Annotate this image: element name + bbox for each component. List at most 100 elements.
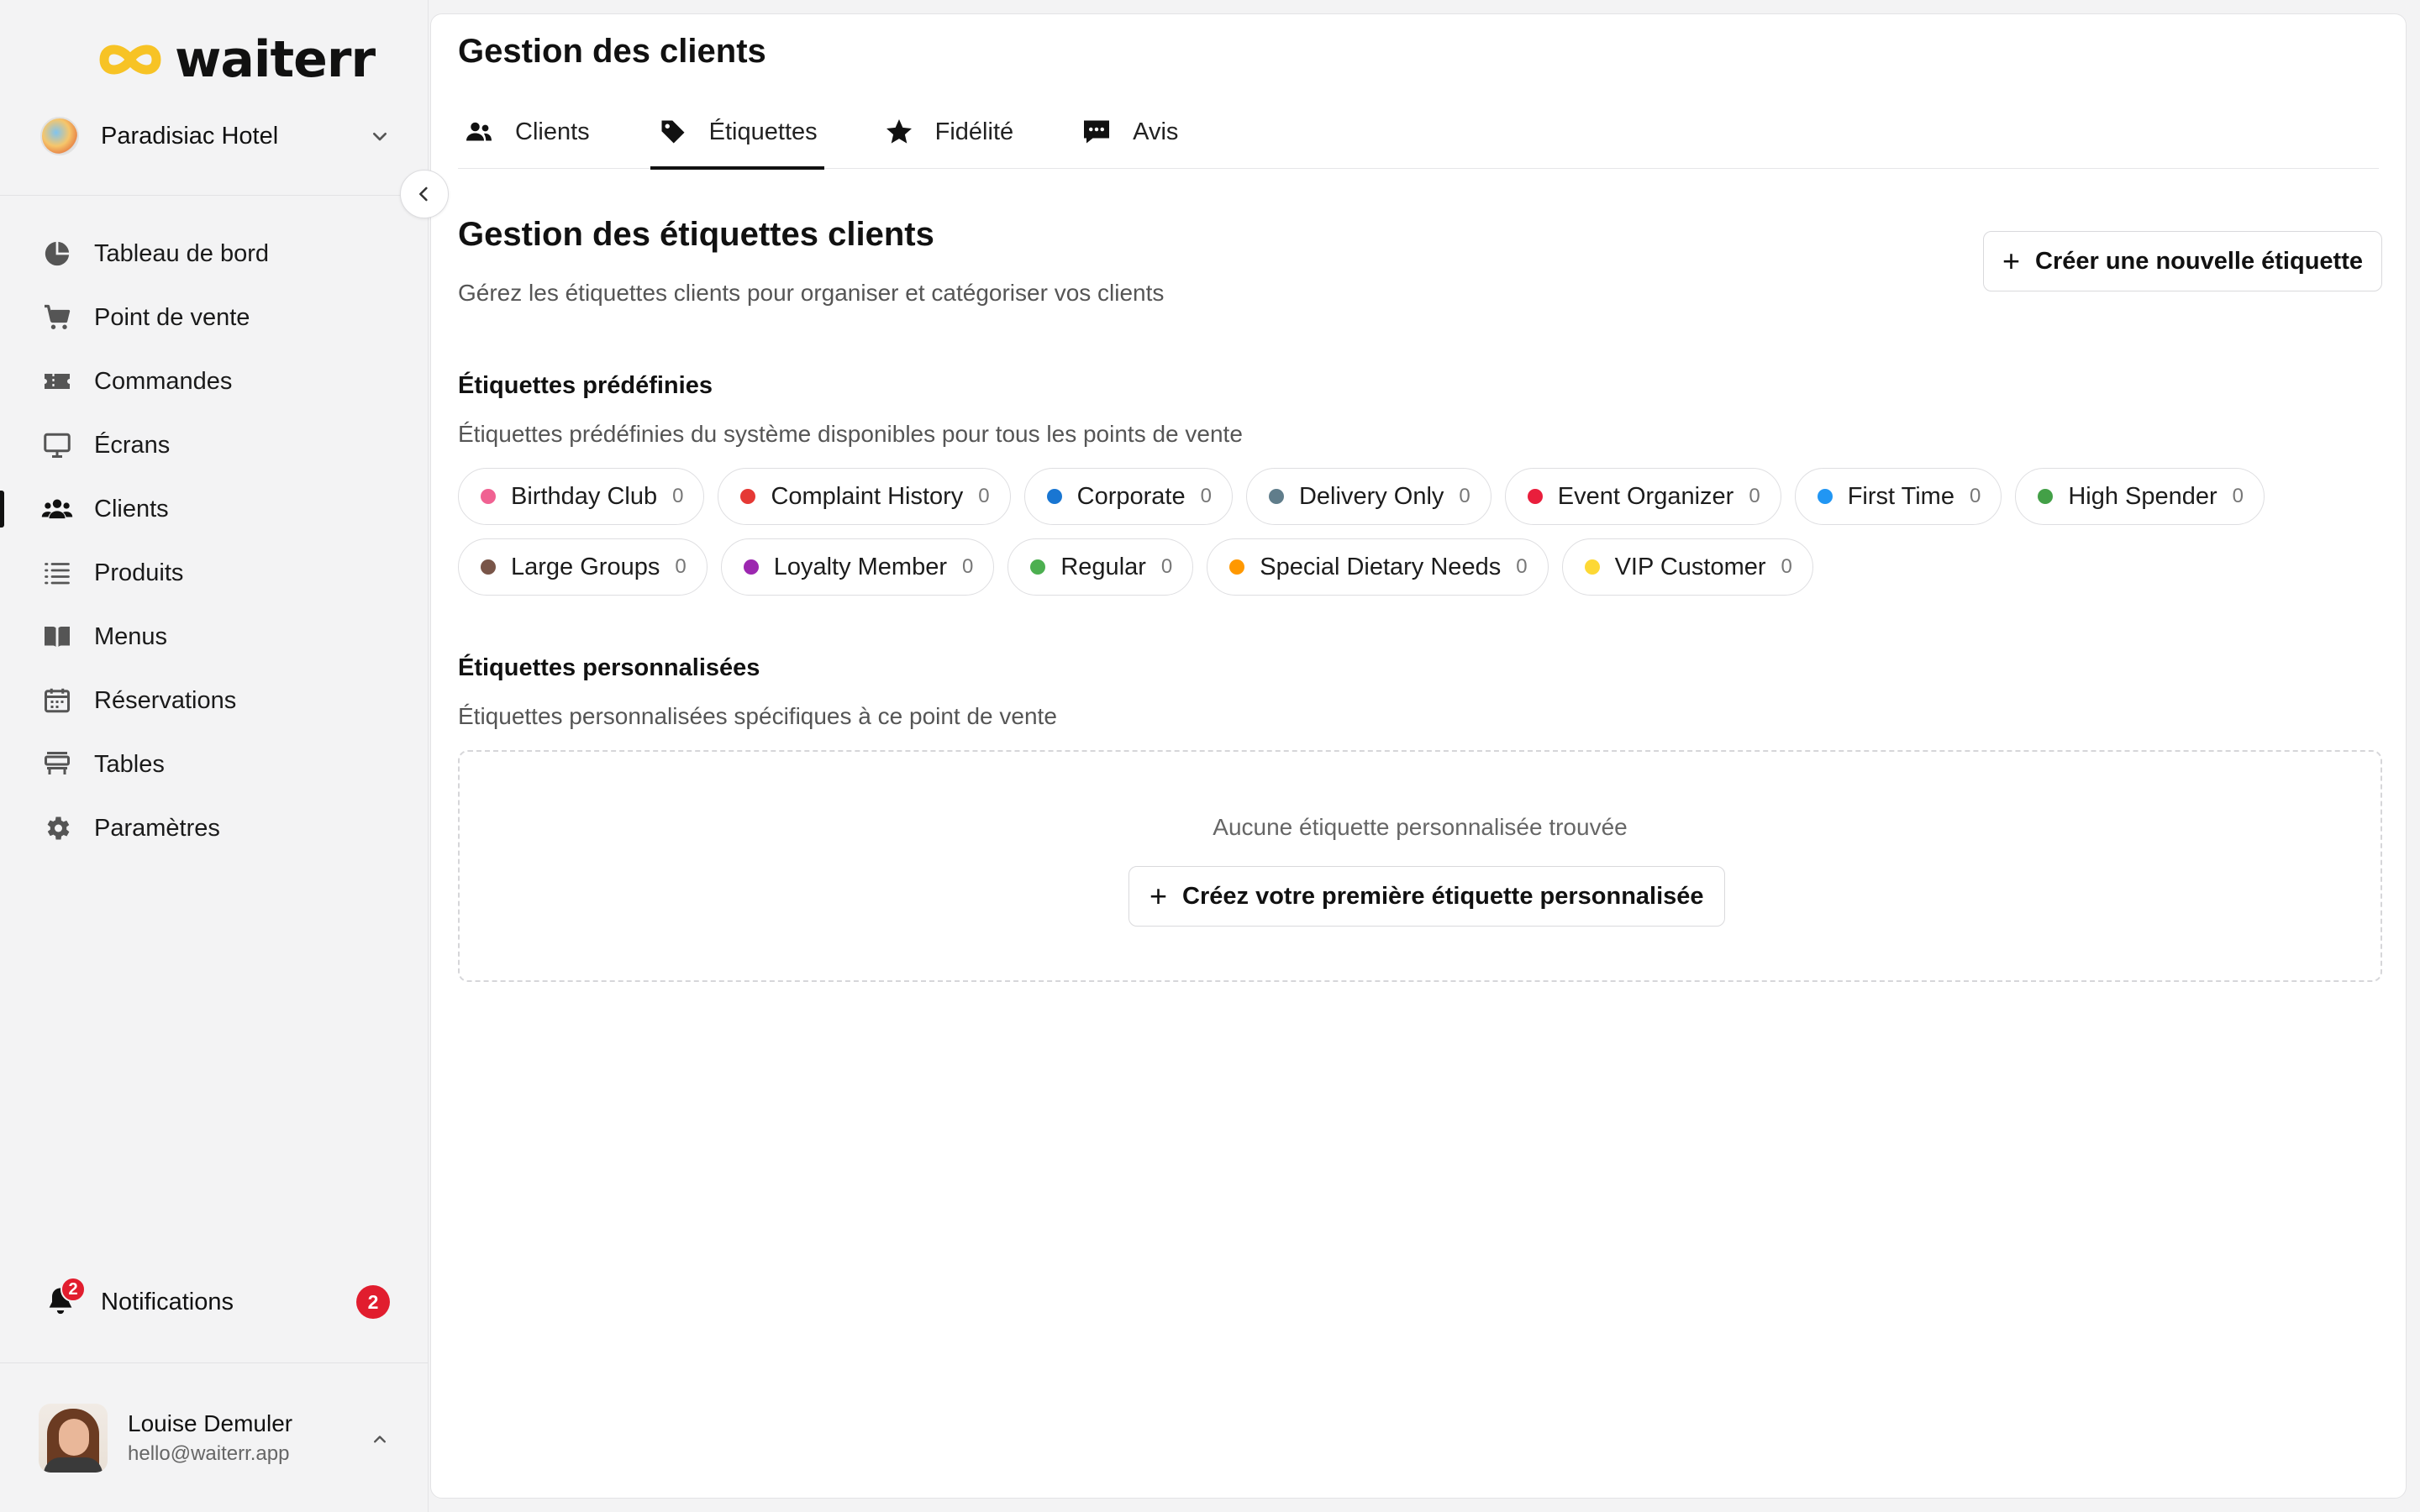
tag-count: 0 [2232, 485, 2244, 507]
tag-name: Birthday Club [511, 482, 658, 510]
custom-tags-empty-state: Aucune étiquette personnalisée trouvée +… [458, 750, 2382, 982]
tag-name: VIP Customer [1614, 553, 1766, 580]
tag-chip[interactable]: Birthday Club 0 [458, 468, 705, 525]
waiterr-logo-icon [99, 45, 161, 75]
tab-label: Avis [1133, 118, 1179, 145]
sidebar-item-screens[interactable]: Écrans [0, 413, 429, 477]
venue-selector[interactable]: Paradisiac Hotel [40, 113, 393, 160]
tag-chip[interactable]: Special Dietary Needs 0 [1207, 538, 1549, 596]
empty-state-text: Aucune étiquette personnalisée trouvée [1213, 814, 1628, 840]
calendar-icon [40, 684, 74, 717]
tag-name: Regular [1060, 553, 1146, 580]
venue-avatar [40, 117, 79, 155]
notification-count-badge: 2 [356, 1285, 390, 1319]
tag-name: Special Dietary Needs [1260, 553, 1502, 580]
tag-count: 0 [672, 485, 684, 507]
tag-color-dot [1584, 559, 1600, 575]
tag-color-dot [740, 489, 756, 504]
sidebar-item-settings[interactable]: Paramètres [0, 796, 429, 860]
create-tag-button[interactable]: + Créer une nouvelle étiquette [1982, 231, 2382, 291]
main-panel: Gestion des clients Clients Étiquettes F… [430, 13, 2407, 1499]
create-first-custom-tag-label: Créez votre première étiquette personnal… [1182, 882, 1704, 910]
collapse-sidebar-button[interactable] [400, 170, 449, 218]
tag-count: 0 [978, 485, 990, 507]
users-icon [40, 492, 74, 526]
sidebar-item-label: Menus [94, 622, 168, 650]
sidebar-item-reservations[interactable]: Réservations [0, 669, 429, 732]
sidebar-item-menus[interactable]: Menus [0, 605, 429, 669]
sidebar-item-clients[interactable]: Clients [0, 477, 429, 541]
user-name: Louise Demuler [128, 1410, 293, 1436]
tag-chip[interactable]: Large Groups 0 [458, 538, 708, 596]
tag-color-dot [1046, 489, 1062, 504]
tag-name: Event Organizer [1557, 482, 1734, 510]
custom-tags-description: Étiquettes personnalisées spécifiques à … [458, 703, 1057, 729]
tag-color-dot [1817, 489, 1833, 504]
avatar [39, 1404, 108, 1473]
tag-chip[interactable]: Delivery Only 0 [1245, 468, 1491, 525]
users-icon [463, 116, 495, 148]
plus-icon: + [2002, 244, 2020, 278]
tag-color-dot [2038, 489, 2054, 504]
tag-count: 0 [1969, 485, 1981, 507]
sidebar-item-orders[interactable]: Commandes [0, 349, 429, 413]
tab-clients[interactable]: Clients [463, 95, 590, 169]
tab-reviews[interactable]: Avis [1081, 95, 1178, 169]
tag-chip[interactable]: Regular 0 [1007, 538, 1194, 596]
tag-chip[interactable]: Corporate 0 [1023, 468, 1233, 525]
tag-chip[interactable]: Loyalty Member 0 [720, 538, 995, 596]
predefined-tags-title: Étiquettes prédéfinies [458, 372, 713, 399]
sidebar-item-label: Paramètres [94, 814, 220, 842]
star-icon [883, 116, 915, 148]
monitor-icon [40, 428, 74, 462]
sidebar-item-label: Tables [94, 750, 165, 778]
user-email: hello@waiterr.app [128, 1442, 290, 1465]
tag-count: 0 [1516, 555, 1528, 578]
tab-label: Étiquettes [708, 118, 818, 145]
brand-name: waiterr [175, 30, 376, 89]
bell-icon: 2 [40, 1277, 86, 1322]
chevron-down-icon [373, 133, 387, 141]
tag-name: Large Groups [511, 553, 660, 580]
tag-chip[interactable]: High Spender 0 [2015, 468, 2265, 525]
brand-logo[interactable]: waiterr [97, 30, 376, 89]
tag-chip[interactable]: Event Organizer 0 [1504, 468, 1781, 525]
tag-chip[interactable]: VIP Customer 0 [1561, 538, 1813, 596]
sidebar-item-dashboard[interactable]: Tableau de bord [0, 222, 429, 286]
tag-chip[interactable]: Complaint History 0 [718, 468, 1011, 525]
page-title: Gestion des clients [458, 33, 766, 70]
chevron-left-icon [419, 186, 428, 202]
sidebar-nav: Tableau de bord Point de vente Commandes… [0, 222, 429, 860]
tab-loyalty[interactable]: Fidélité [883, 95, 1013, 169]
tag-color-dot [1527, 489, 1543, 504]
book-icon [40, 620, 74, 654]
notifications-label: Notifications [101, 1288, 234, 1315]
create-tag-label: Créer une nouvelle étiquette [2035, 247, 2363, 275]
predefined-tags-list: Birthday Club 0 Complaint History 0 Corpor… [458, 468, 2391, 596]
user-menu[interactable]: Louise Demuler hello@waiterr.app [39, 1403, 392, 1473]
create-first-custom-tag-button[interactable]: + Créez votre première étiquette personn… [1128, 866, 1725, 927]
tag-color-dot [1030, 559, 1046, 575]
tab-tags[interactable]: Étiquettes [650, 95, 824, 170]
sidebar-item-label: Réservations [94, 686, 237, 714]
sidebar-item-label: Commandes [94, 367, 233, 395]
notifications-link[interactable]: 2 Notifications 2 [40, 1277, 393, 1326]
tag-color-dot [743, 559, 759, 575]
sidebar-divider [0, 195, 428, 196]
tag-count: 0 [1459, 485, 1470, 507]
pie-chart-icon [40, 237, 74, 270]
sidebar-item-products[interactable]: Produits [0, 541, 429, 605]
tag-name: Corporate [1076, 482, 1186, 510]
tag-color-dot [481, 559, 496, 575]
sidebar-item-pos[interactable]: Point de vente [0, 286, 429, 349]
sidebar-item-tables[interactable]: Tables [0, 732, 429, 796]
tag-icon [657, 116, 689, 148]
tag-count: 0 [1200, 485, 1212, 507]
tag-chip[interactable]: First Time 0 [1794, 468, 2002, 525]
sidebar-item-label: Clients [94, 495, 169, 522]
sidebar: waiterr Paradisiac Hotel Tableau de bord… [0, 0, 429, 1512]
tag-count: 0 [1160, 555, 1173, 578]
sidebar-item-label: Point de vente [94, 303, 250, 331]
sidebar-item-label: Écrans [94, 431, 171, 459]
tag-name: Complaint History [771, 482, 964, 510]
